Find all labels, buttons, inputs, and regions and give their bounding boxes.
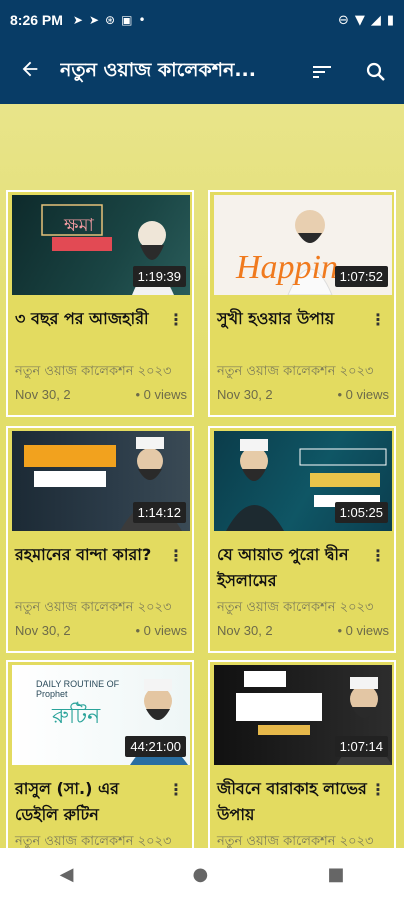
video-thumbnail[interactable]: 1:05:25 — [214, 431, 392, 531]
video-card[interactable]: রুটিন DAILY ROUTINE OF Prophet 44:21:00 … — [6, 660, 194, 848]
status-time: 8:26 PM — [10, 12, 63, 28]
video-card[interactable]: ক্ষমা 1:19:39 ৩ বছর পর আজহারী ⋮ নতুন ওয়… — [6, 190, 194, 417]
upload-date: Nov 30, 2 — [217, 387, 273, 402]
video-thumbnail[interactable]: রুটিন DAILY ROUTINE OF Prophet 44:21:00 — [12, 665, 190, 765]
signal-icon: ◢ — [370, 12, 381, 28]
upload-date: Nov 30, 2 — [15, 387, 71, 402]
video-card[interactable]: 1:14:12 রহমানের বান্দা কারা? ⋮ নতুন ওয়া… — [6, 426, 194, 653]
svg-text:রুটিন: রুটিন — [51, 702, 101, 729]
video-title[interactable]: ৩ বছর পর আজহারী — [15, 306, 165, 332]
upload-date: Nov 30, 2 — [15, 623, 71, 638]
more-options-icon[interactable]: ⋮ — [168, 546, 184, 565]
channel-name: নতুন ওয়াজ কালেকশন ২০২৩ — [15, 834, 172, 848]
channel-name: নতুন ওয়াজ কালেকশন ২০২৩ — [217, 600, 374, 615]
battery-icon: ▮ — [386, 12, 394, 28]
video-grid: ক্ষমা 1:19:39 ৩ বছর পর আজহারী ⋮ নতুন ওয়… — [0, 104, 404, 848]
dot-icon: • — [135, 387, 144, 402]
wifi-icon: ▼ — [354, 12, 365, 28]
arrow-back-icon[interactable] — [0, 58, 60, 86]
dot-icon: • — [138, 13, 146, 27]
video-title[interactable]: রাসুল (সা.) এর ডেইলি রুটিন — [15, 776, 165, 828]
sort-icon[interactable] — [302, 40, 342, 104]
channel-name: নতুন ওয়াজ কালেকশন ২০২৩ — [15, 364, 172, 379]
video-thumbnail[interactable]: 1:07:14 — [214, 665, 392, 765]
more-options-icon[interactable]: ⋮ — [370, 310, 386, 329]
video-card[interactable]: 1:05:25 যে আয়াত পুরো দ্বীন ইসলামের ⋮ নত… — [208, 426, 396, 653]
page-title: নতুন ওয়াজ কালেকশন... — [60, 59, 256, 81]
dot-icon: • — [135, 623, 144, 638]
notification-icon: ➤ — [88, 13, 100, 27]
duration-badge: 1:19:39 — [132, 266, 186, 287]
duration-badge: 1:14:12 — [132, 502, 186, 523]
more-options-icon[interactable]: ⋮ — [168, 780, 184, 799]
more-options-icon[interactable]: ⋮ — [168, 310, 184, 329]
video-thumbnail[interactable]: ক্ষমা 1:19:39 — [12, 195, 190, 295]
dot-icon: • — [337, 387, 346, 402]
duration-badge: 44:21:00 — [125, 736, 186, 757]
thumbnail-text: Happin — [236, 249, 338, 286]
video-card[interactable]: 1:07:14 জীবনে বারাকাহ লাভের উপায় ⋮ নতুন… — [208, 660, 396, 848]
app-bar: নতুন ওয়াজ কালেকশন... — [0, 40, 404, 104]
app-notification-icon: ▣ — [121, 13, 133, 27]
system-nav-bar: ◀ ● ■ — [0, 848, 404, 900]
channel-name: নতুন ওয়াজ কালেকশন ২০২৩ — [15, 600, 172, 615]
view-count: 0 views — [143, 623, 187, 638]
more-options-icon[interactable]: ⋮ — [370, 780, 386, 799]
duration-badge: 1:07:52 — [334, 266, 388, 287]
upload-date: Nov 30, 2 — [217, 623, 273, 638]
channel-name: নতুন ওয়াজ কালেকশন ২০২৩ — [217, 364, 374, 379]
video-thumbnail[interactable]: Happin 1:07:52 — [214, 195, 392, 295]
sync-icon: ⊛ — [105, 13, 116, 27]
video-title[interactable]: যে আয়াত পুরো দ্বীন ইসলামের — [217, 542, 367, 594]
duration-badge: 1:05:25 — [334, 502, 388, 523]
channel-name: নতুন ওয়াজ কালেকশন ২০২৩ — [217, 834, 374, 848]
svg-text:ক্ষমা: ক্ষমা — [63, 215, 95, 236]
status-bar: 8:26 PM ➤ ➤ ⊛ ▣ • ⊖ ▼ ◢ ▮ — [0, 0, 404, 40]
view-count: 0 views — [345, 387, 389, 402]
duration-badge: 1:07:14 — [334, 736, 388, 757]
more-options-icon[interactable]: ⋮ — [370, 546, 386, 565]
thumbnail-text: DAILY ROUTINE OF Prophet — [36, 679, 120, 699]
video-card[interactable]: Happin 1:07:52 সুখী হওয়ার উপায় ⋮ নতুন … — [208, 190, 396, 417]
video-title[interactable]: সুখী হওয়ার উপায় — [217, 306, 367, 332]
search-icon[interactable] — [356, 40, 396, 104]
video-title[interactable]: জীবনে বারাকাহ লাভের উপায় — [217, 776, 367, 828]
view-count: 0 views — [143, 387, 187, 402]
video-thumbnail[interactable]: 1:14:12 — [12, 431, 190, 531]
recents-nav-icon[interactable]: ■ — [327, 864, 344, 885]
home-nav-icon[interactable]: ● — [193, 864, 209, 885]
video-title[interactable]: রহমানের বান্দা কারা? — [15, 542, 165, 568]
data-saver-icon: ⊖ — [337, 12, 349, 28]
back-nav-icon[interactable]: ◀ — [60, 864, 74, 885]
dot-icon: • — [337, 623, 346, 638]
view-count: 0 views — [345, 623, 389, 638]
notification-icon: ➤ — [72, 13, 83, 27]
